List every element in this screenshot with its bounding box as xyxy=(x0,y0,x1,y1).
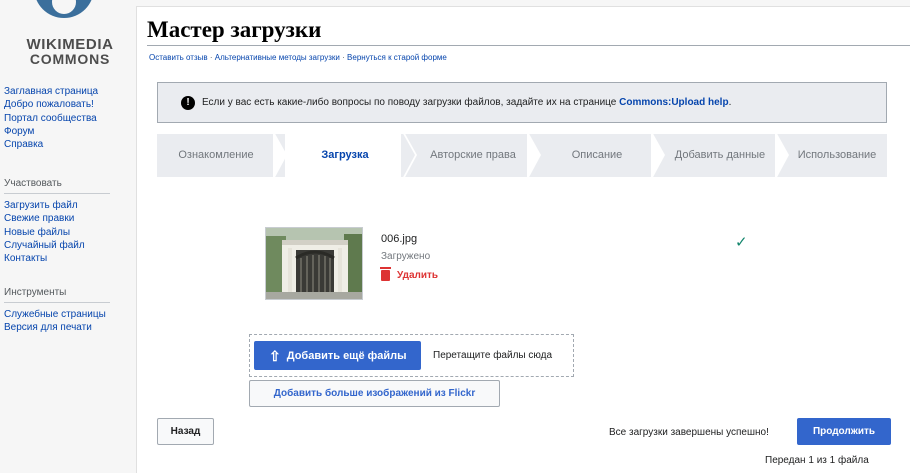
check-icon: ✓ xyxy=(735,234,748,251)
sidebar-main-nav: Заглавная страница Добро пожаловать! Пор… xyxy=(4,85,132,151)
notice-text: Если у вас есть какие-либо вопросы по по… xyxy=(202,97,731,108)
step-usage: Использование xyxy=(797,149,877,161)
add-more-files-button[interactable]: ⇧ Добавить ещё файлы xyxy=(254,341,421,370)
notice-end: . xyxy=(728,97,732,108)
upload-complete-message: Все загрузки завершены успешно! xyxy=(609,427,769,438)
sidebar-tools-nav: Инструменты Служебные страницы Версия дл… xyxy=(4,286,132,335)
file-status: Загружено xyxy=(381,251,431,262)
back-button[interactable]: Назад xyxy=(157,418,214,445)
sidebar-tools-heading: Инструменты xyxy=(4,286,110,303)
step-introduction: Ознакомление xyxy=(178,149,254,161)
exclamation-icon: ! xyxy=(181,96,195,110)
building-photo-icon xyxy=(266,228,362,299)
sidebar-item-recent-changes[interactable]: Свежие правки xyxy=(4,212,132,225)
step-chevron xyxy=(401,134,415,177)
sidebar-item-main-page[interactable]: Заглавная страница xyxy=(4,85,132,98)
link-separator: · xyxy=(342,53,345,62)
sidebar-item-help[interactable]: Справка xyxy=(4,138,132,151)
title-divider xyxy=(147,45,910,46)
commons-logo-icon xyxy=(34,0,94,18)
file-thumbnail xyxy=(265,227,363,300)
sidebar-item-special-pages[interactable]: Служебные страницы xyxy=(4,308,132,321)
sidebar-item-forum[interactable]: Форум xyxy=(4,125,132,138)
link-separator: · xyxy=(209,53,213,62)
wizard-links: Оставить отзыв · Альтернативные методы з… xyxy=(149,53,447,62)
delete-file-button[interactable]: Удалить xyxy=(380,267,439,281)
sidebar: WIKIMEDIA COMMONS Заглавная страница Доб… xyxy=(0,0,136,473)
old-form-link[interactable]: Вернуться к старой форме xyxy=(347,53,447,62)
logo-line-2: COMMONS xyxy=(29,51,111,67)
step-chevron xyxy=(273,134,287,177)
delete-label: Удалить xyxy=(397,270,439,281)
add-from-flickr-button[interactable]: Добавить больше изображений из Flickr xyxy=(249,380,500,407)
upload-progress-text: Передан 1 из 1 файла xyxy=(765,455,869,466)
upload-help-link[interactable]: Commons:Upload help xyxy=(619,97,728,108)
sidebar-participate-heading: Участвовать xyxy=(4,177,110,194)
alternative-upload-link[interactable]: Альтернативные методы загрузки xyxy=(215,53,340,62)
sidebar-item-welcome[interactable]: Добро пожаловать! xyxy=(4,98,132,111)
add-more-files-label: Добавить ещё файлы xyxy=(286,349,407,362)
help-notice: ! Если у вас есть какие-либо вопросы по … xyxy=(157,82,887,123)
sidebar-participate-nav: Участвовать Загрузить файл Свежие правки… xyxy=(4,177,132,265)
step-add-data: Добавить данные xyxy=(674,149,766,161)
trash-icon xyxy=(380,267,391,281)
sidebar-item-random-file[interactable]: Случайный файл xyxy=(4,239,132,252)
sidebar-item-printable-version[interactable]: Версия для печати xyxy=(4,321,132,334)
sidebar-item-community-portal[interactable]: Портал сообщества xyxy=(4,112,132,125)
file-name: 006.jpg xyxy=(381,233,418,245)
upload-icon: ⇧ xyxy=(269,347,281,364)
notice-message: Если у вас есть какие-либо вопросы по по… xyxy=(202,97,617,108)
wizard-steps: Ознакомление Загрузка Авторские права Оп… xyxy=(157,134,887,177)
step-description: Описание xyxy=(571,149,623,161)
feedback-link[interactable]: Оставить отзыв xyxy=(149,53,208,62)
sidebar-item-new-files[interactable]: Новые файлы xyxy=(4,226,132,239)
continue-button[interactable]: Продолжить xyxy=(797,418,891,445)
step-chevron xyxy=(527,134,541,177)
step-upload: Загрузка xyxy=(321,149,369,161)
sidebar-item-contacts[interactable]: Контакты xyxy=(4,252,132,265)
drop-files-text: Перетащите файлы сюда xyxy=(433,350,553,361)
wikimedia-commons-logo[interactable]: WIKIMEDIA COMMONS xyxy=(14,0,126,67)
sidebar-item-upload-file[interactable]: Загрузить файл xyxy=(4,199,132,212)
main-content: Мастер загрузки Оставить отзыв · Альтерн… xyxy=(136,6,910,473)
page-title: Мастер загрузки xyxy=(147,17,322,42)
step-copyright: Авторские права xyxy=(430,149,516,161)
